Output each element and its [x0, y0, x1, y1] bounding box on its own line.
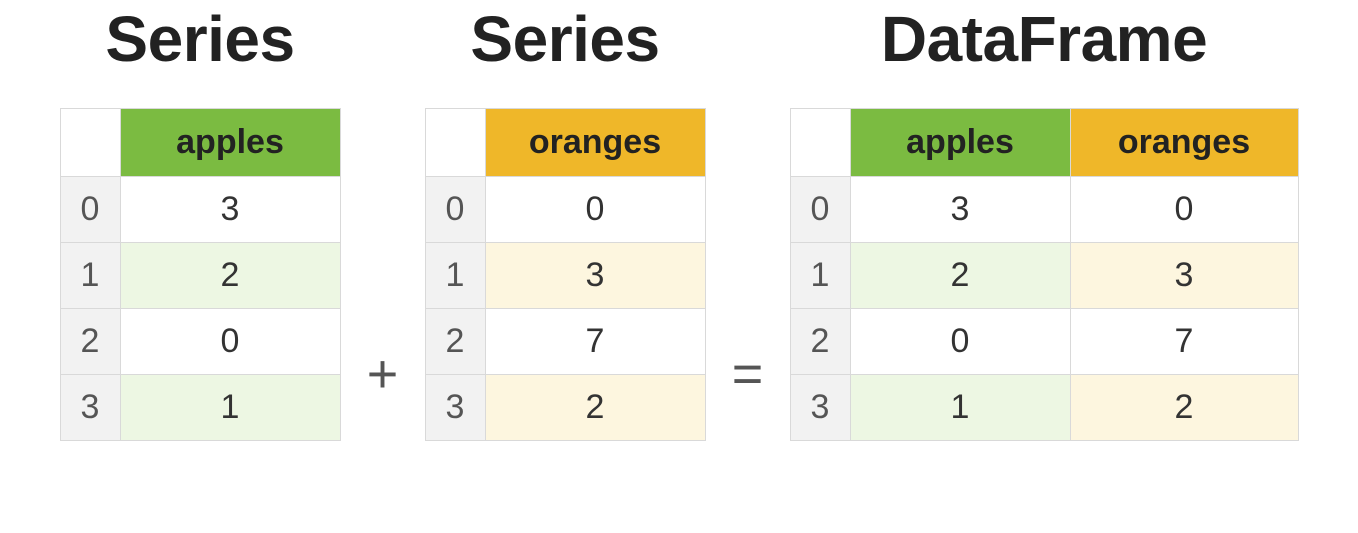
series-b-title: Series — [470, 4, 659, 74]
row-index: 0 — [425, 177, 485, 243]
table-row: 0 3 — [60, 177, 340, 243]
row-index: 1 — [60, 243, 120, 309]
cell-value: 0 — [485, 177, 705, 243]
cell-value: 2 — [485, 375, 705, 441]
row-index: 3 — [60, 375, 120, 441]
table-row: 1 3 — [425, 243, 705, 309]
table-row: 0 3 0 — [790, 177, 1298, 243]
cell-value: 0 — [1070, 177, 1298, 243]
dataframe-col-header-oranges: oranges — [1070, 109, 1298, 177]
series-a-col-header: apples — [120, 109, 340, 177]
row-index: 2 — [425, 309, 485, 375]
table-row: 1 2 3 — [790, 243, 1298, 309]
row-index: 0 — [790, 177, 850, 243]
row-index: 3 — [425, 375, 485, 441]
cell-value: 3 — [850, 177, 1070, 243]
diagram-root: Series apples 0 3 1 2 2 0 3 1 + — [0, 0, 1358, 533]
series-b-table: oranges 0 0 1 3 2 7 3 2 — [425, 108, 706, 441]
cell-value: 0 — [120, 309, 340, 375]
series-a-panel: Series apples 0 3 1 2 2 0 3 1 — [60, 4, 341, 441]
row-index: 0 — [60, 177, 120, 243]
plus-operator: + — [359, 343, 407, 405]
table-row: 2 0 7 — [790, 309, 1298, 375]
dataframe-panel: DataFrame apples oranges 0 3 0 1 2 3 2 0… — [790, 4, 1299, 441]
dataframe-col-header-apples: apples — [850, 109, 1070, 177]
series-b-corner — [425, 109, 485, 177]
table-row: 1 2 — [60, 243, 340, 309]
table-row: 3 1 2 — [790, 375, 1298, 441]
cell-value: 7 — [1070, 309, 1298, 375]
dataframe-table: apples oranges 0 3 0 1 2 3 2 0 7 3 1 2 — [790, 108, 1299, 441]
row-index: 2 — [790, 309, 850, 375]
series-b-col-header: oranges — [485, 109, 705, 177]
row-index: 1 — [425, 243, 485, 309]
cell-value: 0 — [850, 309, 1070, 375]
table-row: 3 2 — [425, 375, 705, 441]
table-row: 0 0 — [425, 177, 705, 243]
row-index: 3 — [790, 375, 850, 441]
cell-value: 2 — [120, 243, 340, 309]
cell-value: 2 — [850, 243, 1070, 309]
row-index: 2 — [60, 309, 120, 375]
series-a-title: Series — [105, 4, 294, 74]
cell-value: 1 — [120, 375, 340, 441]
cell-value: 3 — [485, 243, 705, 309]
cell-value: 3 — [1070, 243, 1298, 309]
cell-value: 7 — [485, 309, 705, 375]
table-row: 2 7 — [425, 309, 705, 375]
table-row: 3 1 — [60, 375, 340, 441]
row-index: 1 — [790, 243, 850, 309]
table-row: 2 0 — [60, 309, 340, 375]
cell-value: 1 — [850, 375, 1070, 441]
series-a-table: apples 0 3 1 2 2 0 3 1 — [60, 108, 341, 441]
cell-value: 2 — [1070, 375, 1298, 441]
dataframe-title: DataFrame — [881, 4, 1207, 74]
series-a-corner — [60, 109, 120, 177]
equals-operator: = — [724, 343, 772, 405]
cell-value: 3 — [120, 177, 340, 243]
dataframe-corner — [790, 109, 850, 177]
series-b-panel: Series oranges 0 0 1 3 2 7 3 2 — [425, 4, 706, 441]
